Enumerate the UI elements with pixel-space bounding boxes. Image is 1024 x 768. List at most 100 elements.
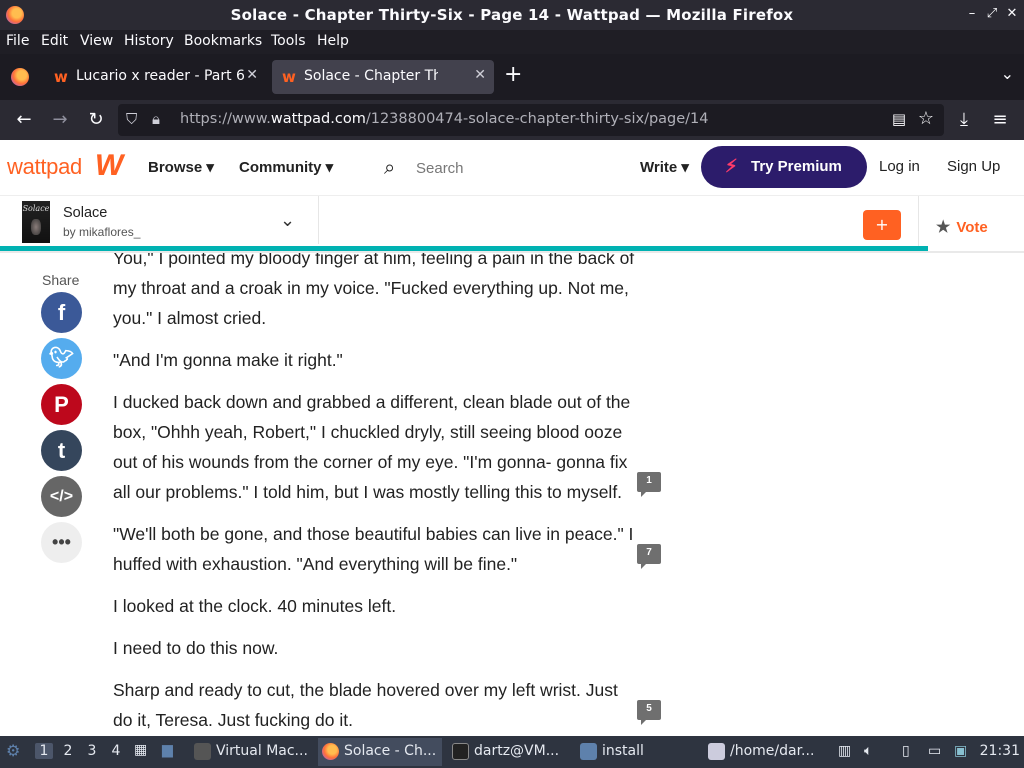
url-bar[interactable]: ⛉ 🔒︎ https://www.wattpad.com/1238800474-… [118, 104, 944, 136]
lightning-icon: ⚡︎ [725, 156, 738, 176]
chevron-down-icon[interactable]: ⌄ [280, 210, 295, 231]
menu-view[interactable]: View [80, 33, 113, 49]
divider [918, 196, 919, 248]
login-link[interactable]: Log in [879, 158, 920, 175]
volume-icon[interactable]: 🔈︎ [864, 743, 872, 759]
menu-history[interactable]: History [124, 33, 174, 49]
firefox-icon [322, 743, 339, 760]
close-window-button[interactable]: ✕ [1002, 4, 1022, 24]
back-icon[interactable]: ← [12, 108, 36, 132]
story-title[interactable]: Solace [63, 205, 107, 221]
divider [318, 196, 319, 244]
inline-comment-count[interactable]: 5 [637, 700, 661, 725]
taskbar-app-virtualmachine[interactable]: Virtual Mac... [190, 738, 314, 766]
app-menu-icon[interactable]: ≡ [988, 108, 1012, 132]
facebook-share-icon[interactable]: f [41, 292, 82, 333]
text-editor-icon [708, 743, 725, 760]
wattpad-favicon-icon: w [282, 68, 296, 86]
os-taskbar: ⚙ 1 2 3 4 ▦ ▆ Virtual Mac... Solace - Ch… [0, 736, 1024, 768]
embed-share-icon[interactable]: </> [41, 476, 82, 517]
navigation-bar: ← → ↻ ⛉ 🔒︎ https://www.wattpad.com/12388… [0, 100, 1024, 140]
paragraph: You," I pointed my bloody finger at him,… [113, 253, 635, 328]
wattpad-header: wattpad W Browse ▾ Community ▾ ⌕ Write ▾… [0, 140, 1024, 196]
clipboard-tray-icon[interactable]: ▥ [838, 743, 851, 759]
workspace-2[interactable]: 2 [59, 743, 77, 759]
workspace-3[interactable]: 3 [83, 743, 101, 759]
list-all-tabs-icon[interactable]: ⌄ [1001, 64, 1014, 83]
paragraph: I need to do this now. [113, 638, 279, 658]
search-input[interactable] [416, 157, 616, 179]
taskbar-app-terminal[interactable]: dartz@VM... [448, 738, 565, 766]
try-premium-button[interactable]: ⚡︎ Try Premium [701, 146, 867, 188]
menu-bookmarks[interactable]: Bookmarks [184, 33, 262, 49]
terminal-icon [452, 743, 469, 760]
menu-file[interactable]: File [6, 33, 29, 49]
downloads-icon[interactable]: ⤓ [952, 108, 976, 132]
vm-icon [194, 743, 211, 760]
inline-comment-count[interactable]: 7 [637, 544, 661, 569]
story-text: You," I pointed my bloody finger at him,… [113, 253, 638, 735]
paragraph: "And I'm gonna make it right." [113, 350, 343, 370]
pinterest-share-icon[interactable]: P [41, 384, 82, 425]
paragraph: "We'll both be gone, and those beautiful… [113, 524, 634, 574]
menu-edit[interactable]: Edit [41, 33, 68, 49]
reading-area: Share f 🐦︎ P t </> ••• You," I pointed m… [0, 253, 1024, 735]
story-cover[interactable]: Solace [22, 201, 50, 243]
reader-view-icon[interactable]: ▤ [892, 110, 906, 128]
story-author[interactable]: by mikaflores_ [63, 225, 140, 239]
story-bar: Solace Solace by mikaflores_ ⌄ + ★ Vote [0, 196, 1024, 248]
new-tab-button[interactable]: + [504, 62, 522, 87]
wattpad-logo[interactable]: wattpad [7, 154, 82, 180]
window-titlebar: Solace - Chapter Thirty-Six - Page 14 - … [0, 0, 1024, 30]
lock-icon[interactable]: 🔒︎ [152, 110, 160, 128]
close-tab-icon[interactable]: ✕ [474, 67, 486, 83]
menu-tools[interactable]: Tools [271, 33, 306, 49]
workspace-4[interactable]: 4 [107, 743, 125, 759]
wattpad-favicon-icon: w [54, 68, 68, 86]
display-tray-icon[interactable]: ▭ [928, 743, 941, 759]
share-label: Share [42, 272, 80, 288]
tab-lucario[interactable]: w Lucario x reader - Part 6 ✕ [44, 60, 266, 94]
inline-comment-count[interactable]: 1 [637, 472, 661, 497]
close-tab-icon[interactable]: ✕ [246, 67, 258, 83]
window-title: Solace - Chapter Thirty-Six - Page 14 - … [230, 6, 794, 24]
reading-progress-bar [0, 246, 928, 251]
taskbar-app-firefox[interactable]: Solace - Ch... [318, 738, 443, 766]
tab-solace[interactable]: w Solace - Chapter Thirty-Six ✕ [272, 60, 494, 94]
tab-label: Lucario x reader - Part 6 [76, 68, 244, 84]
taskbar-app-editor[interactable]: /home/dar... [704, 738, 820, 766]
star-icon: ★ [936, 219, 951, 236]
forward-icon[interactable]: → [48, 108, 72, 132]
menu-help[interactable]: Help [317, 33, 349, 49]
community-menu[interactable]: Community ▾ [239, 158, 333, 176]
desktop-launcher-icon[interactable]: ▆ [162, 742, 173, 758]
paragraph: Sharp and ready to cut, the blade hovere… [113, 680, 618, 730]
tumblr-share-icon[interactable]: t [41, 430, 82, 471]
wattpad-logo-mark-icon[interactable]: W [92, 149, 126, 183]
network-tray-icon[interactable]: ▣ [954, 743, 967, 759]
url-text[interactable]: https://www.wattpad.com/1238800474-solac… [180, 111, 709, 127]
more-options-icon[interactable]: ••• [41, 522, 82, 563]
vote-button[interactable]: ★ Vote [936, 217, 988, 237]
reload-icon[interactable]: ↻ [84, 108, 108, 132]
shield-icon[interactable]: ⛉ [126, 110, 137, 128]
workspace-1[interactable]: 1 [35, 743, 53, 759]
add-to-library-button[interactable]: + [863, 210, 901, 240]
maximize-button[interactable]: ⤢ [982, 4, 1002, 24]
bookmark-star-icon[interactable]: ☆ [918, 108, 934, 129]
notes-tray-icon[interactable]: ▯ [902, 743, 910, 759]
search-icon[interactable]: ⌕ [384, 155, 395, 179]
signup-link[interactable]: Sign Up [947, 158, 1000, 175]
browse-menu[interactable]: Browse ▾ [148, 158, 214, 176]
menu-bar: File Edit View History Bookmarks Tools H… [0, 30, 1024, 54]
tab-label: Solace - Chapter Thirty-Six [304, 68, 438, 84]
start-menu-icon[interactable]: ⚙ [6, 741, 20, 760]
taskbar-app-install-folder[interactable]: install [576, 738, 650, 766]
clock: 21:31 [979, 743, 1020, 759]
twitter-share-icon[interactable]: 🐦︎ [41, 338, 82, 379]
file-manager-launcher-icon[interactable]: ▦ [134, 742, 147, 758]
paragraph: I ducked back down and grabbed a differe… [113, 392, 631, 502]
write-menu[interactable]: Write ▾ [640, 158, 689, 176]
minimize-button[interactable]: – [962, 4, 982, 24]
firefox-view-icon[interactable] [11, 68, 29, 86]
